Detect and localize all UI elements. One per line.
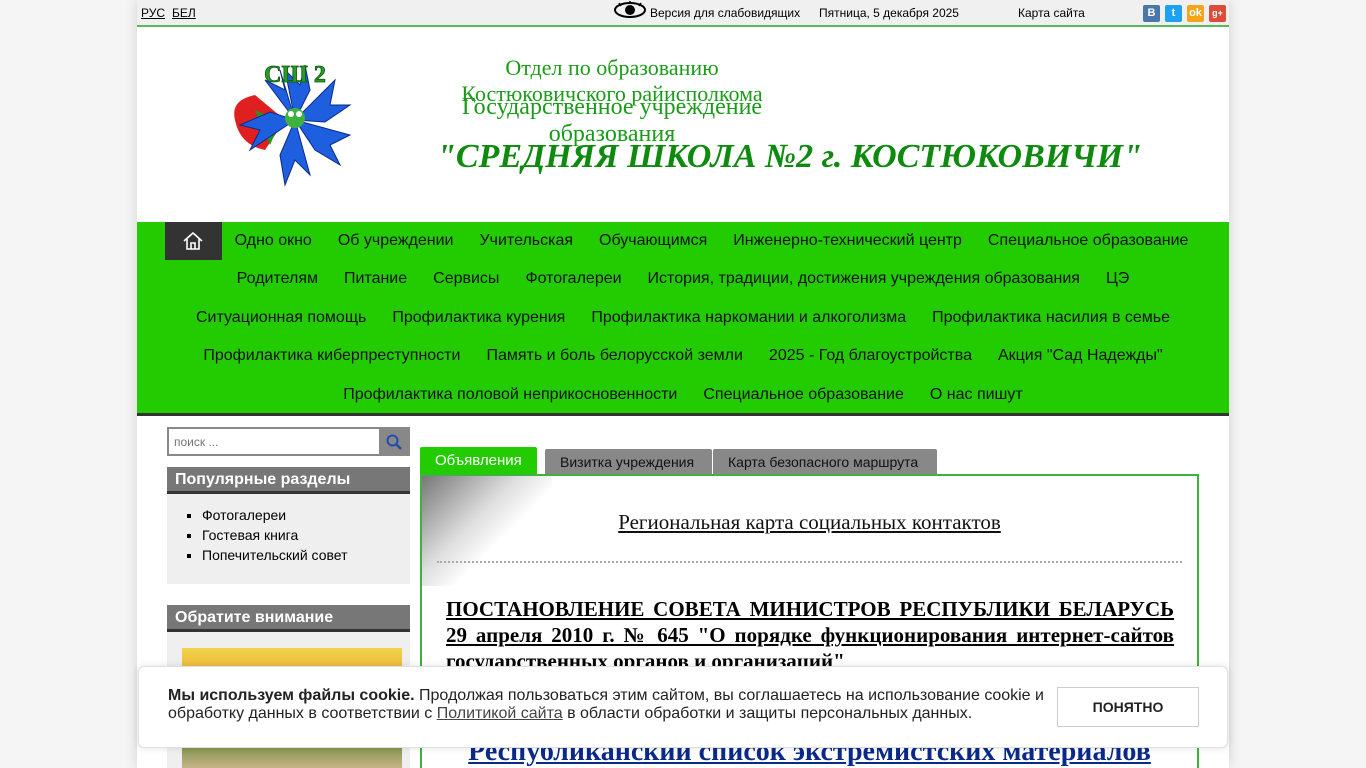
nav-item[interactable]: Профилактика курения	[379, 309, 578, 327]
privacy-policy-link[interactable]: Политикой сайта	[437, 705, 563, 722]
nav-item[interactable]: О нас пишут	[917, 386, 1036, 404]
nav-item[interactable]: Обучающимся	[586, 232, 720, 250]
popular-sections: Фотогалереи Гостевая книга Попечительски…	[167, 494, 410, 584]
main-nav: Одно окно Об учреждении Учительская Обуч…	[137, 222, 1229, 416]
top-bar: РУС БЕЛ Версия для слабовидящих Пятница,…	[137, 0, 1229, 27]
decree-link[interactable]: ПОСТАНОВЛЕНИЕ СОВЕТА МИНИСТРОВ РЕСПУБЛИК…	[446, 596, 1174, 674]
nav-item[interactable]: Питание	[331, 270, 420, 288]
popular-item[interactable]: Фотогалереи	[202, 507, 410, 527]
search-button[interactable]	[379, 429, 408, 454]
twitter-icon[interactable]: t	[1165, 5, 1182, 22]
lang-by-link[interactable]: БЕЛ	[172, 6, 196, 20]
search-input[interactable]	[171, 431, 379, 452]
accept-cookies-button[interactable]: ПОНЯТНО	[1057, 687, 1199, 727]
nav-item[interactable]: Специальное образование	[690, 386, 917, 404]
nav-item[interactable]: Фотогалереи	[512, 270, 634, 288]
nav-row-5: Профилактика половой неприкосновенности …	[137, 376, 1229, 414]
logo-text: СШ 2	[264, 62, 326, 88]
tab-safe-route-map[interactable]: Карта безопасного маршрута	[713, 449, 937, 475]
low-vision-link[interactable]: Версия для слабовидящих	[650, 6, 800, 20]
page: РУС БЕЛ Версия для слабовидящих Пятница,…	[137, 0, 1229, 768]
attention-title: Обратите внимание	[167, 605, 410, 632]
nav-row-3: Ситуационная помощь Профилактика курения…	[137, 299, 1229, 337]
tab-business-card[interactable]: Визитка учреждения	[545, 449, 712, 475]
nav-row-2: Родителям Питание Сервисы Фотогалереи Ис…	[137, 260, 1229, 298]
cookie-text-part: в области обработки и защиты персональны…	[562, 705, 973, 722]
nav-item[interactable]: Специальное образование	[975, 232, 1202, 250]
nav-item[interactable]: Память и боль белорусской земли	[473, 347, 755, 365]
nav-item[interactable]: История, традиции, достижения учреждения…	[635, 270, 1093, 288]
nav-item[interactable]: Сервисы	[420, 270, 512, 288]
odnoklassniki-icon[interactable]: ok	[1187, 5, 1204, 22]
nav-item[interactable]: Одно окно	[222, 232, 325, 250]
search-icon	[386, 434, 402, 450]
regional-map-link[interactable]: Региональная карта социальных контактов	[422, 510, 1197, 535]
nav-item[interactable]: Ситуационная помощь	[183, 309, 379, 327]
popular-sections-title: Популярные разделы	[167, 467, 410, 494]
cookie-bold: Мы используем файлы cookie.	[168, 687, 415, 704]
nav-item[interactable]: ЦЭ	[1093, 270, 1142, 288]
lang-ru-link[interactable]: РУС	[141, 6, 165, 20]
nav-item[interactable]: Профилактика насилия в семье	[919, 309, 1183, 327]
nav-item[interactable]: Акция "Сад Надежды"	[985, 347, 1176, 365]
eye-icon[interactable]	[613, 0, 647, 20]
nav-item[interactable]: Родителям	[224, 270, 331, 288]
vk-icon[interactable]: В	[1143, 5, 1160, 22]
nav-item[interactable]: Об учреждении	[325, 232, 467, 250]
nav-item[interactable]: Профилактика киберпреступности	[190, 347, 473, 365]
cookie-banner: Мы используем файлы cookie. Продолжая по…	[138, 666, 1228, 748]
divider	[437, 561, 1182, 563]
cookie-text: Мы используем файлы cookie. Продолжая по…	[168, 687, 1048, 723]
nav-item[interactable]: Профилактика половой неприкосновенности	[330, 386, 690, 404]
search-box	[167, 427, 410, 456]
nav-item[interactable]: 2025 - Год благоустройства	[756, 347, 985, 365]
home-icon[interactable]	[164, 222, 222, 260]
current-date: Пятница, 5 декабря 2025	[819, 6, 959, 20]
header-school-name: "СРЕДНЯЯ ШКОЛА №2 г. КОСТЮКОВИЧИ"	[437, 138, 1142, 175]
nav-item[interactable]: Учительская	[466, 232, 586, 250]
popular-item[interactable]: Гостевая книга	[202, 527, 410, 547]
school-logo[interactable]: СШ 2	[225, 50, 365, 190]
nav-item[interactable]: Инженерно-технический центр	[720, 232, 975, 250]
sitemap-link[interactable]: Карта сайта	[1018, 6, 1085, 20]
popular-item[interactable]: Попечительский совет	[202, 547, 410, 567]
tab-announcements[interactable]: Объявления	[420, 447, 537, 475]
google-plus-icon[interactable]: g+	[1209, 5, 1226, 22]
nav-row-4: Профилактика киберпреступности Память и …	[137, 337, 1229, 375]
nav-item[interactable]: Профилактика наркомании и алкоголизма	[578, 309, 919, 327]
nav-row-1: Одно окно Об учреждении Учительская Обуч…	[137, 222, 1229, 260]
